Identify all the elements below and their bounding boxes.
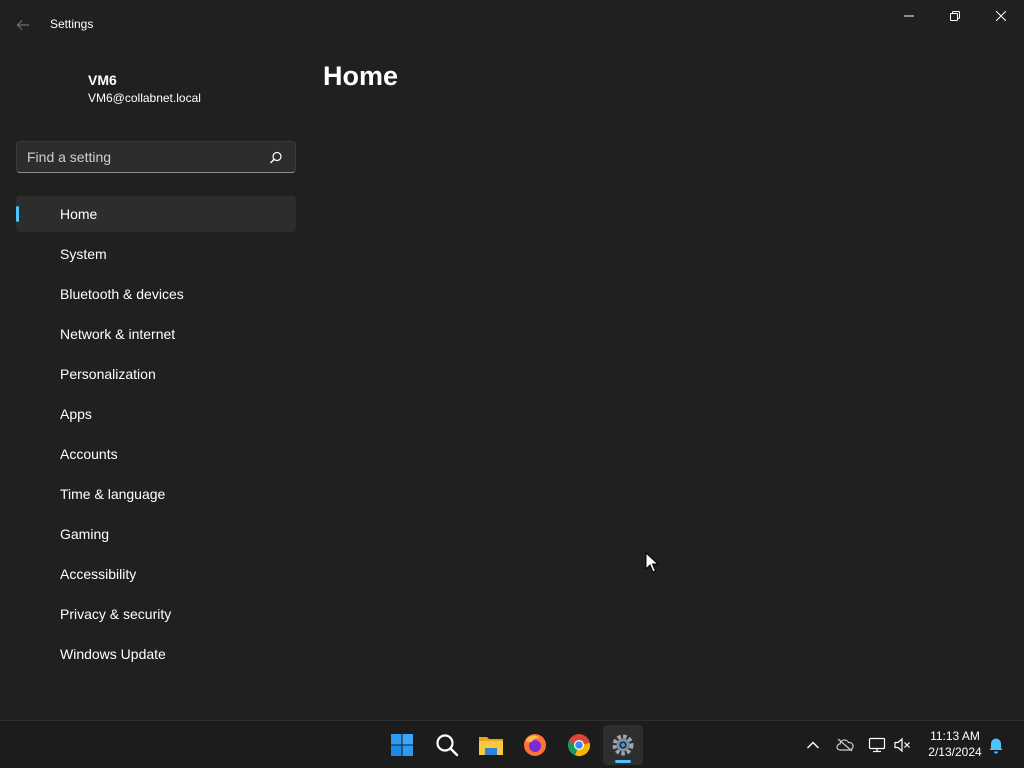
- network-button[interactable]: [865, 733, 889, 757]
- minimize-button[interactable]: [886, 0, 932, 32]
- search-icon: [436, 734, 459, 757]
- clock-date: 2/13/2024: [928, 745, 982, 759]
- settings-taskbar-button[interactable]: [603, 725, 643, 765]
- title-bar: Settings: [0, 0, 1024, 48]
- volume-button[interactable]: [890, 733, 914, 757]
- sidebar-item-label: Personalization: [60, 366, 156, 382]
- sidebar-item-label: Network & internet: [60, 326, 176, 342]
- settings-window: Settings VM6 VM6@collabnet.local Find a …: [0, 0, 1024, 720]
- chrome-icon: [568, 734, 591, 757]
- firefox-icon: [524, 734, 546, 756]
- active-indicator: [16, 206, 19, 222]
- user-profile[interactable]: VM6 VM6@collabnet.local: [88, 72, 201, 106]
- sidebar-item-privacy-security[interactable]: Privacy & security: [16, 596, 296, 632]
- firefox-button[interactable]: [515, 725, 555, 765]
- sidebar-item-label: Time & language: [60, 486, 166, 502]
- clock-time: 11:13 AM: [930, 729, 980, 743]
- page-title: Home: [323, 61, 399, 91]
- sidebar-item-home[interactable]: Home: [16, 196, 296, 232]
- mouse-cursor-icon: [645, 552, 659, 573]
- close-icon: [996, 11, 1006, 21]
- sidebar-item-label: Gaming: [60, 526, 110, 542]
- restore-icon: [950, 11, 960, 21]
- sidebar-item-bluetooth-devices[interactable]: Bluetooth & devices: [16, 276, 296, 312]
- windows-start-icon: [391, 734, 413, 756]
- volume-muted-icon: [894, 737, 910, 753]
- sidebar-item-windows-update[interactable]: Windows Update: [16, 636, 296, 672]
- sidebar-item-label: System: [60, 246, 107, 262]
- app-title: Settings: [50, 17, 94, 31]
- start-button[interactable]: [382, 725, 422, 765]
- chevron-up-icon: [807, 741, 819, 749]
- sidebar-item-label: Privacy & security: [60, 606, 172, 622]
- settings-icon: [612, 734, 634, 756]
- file-explorer-icon: [479, 737, 503, 755]
- profile-name: VM6: [88, 72, 117, 88]
- sidebar-item-personalization[interactable]: Personalization: [16, 356, 296, 392]
- running-indicator: [615, 760, 631, 763]
- sidebar-item-accounts[interactable]: Accounts: [16, 436, 296, 472]
- sidebar-item-label: Accounts: [60, 446, 118, 462]
- minimize-icon: [904, 15, 914, 17]
- profile-email: VM6@collabnet.local: [88, 91, 201, 105]
- back-button[interactable]: [10, 12, 36, 38]
- sidebar-item-label: Home: [60, 206, 98, 222]
- sidebar-item-label: Bluetooth & devices: [60, 286, 184, 302]
- sidebar-item-time-language[interactable]: Time & language: [16, 476, 296, 512]
- close-button[interactable]: [978, 0, 1024, 32]
- search-box[interactable]: [16, 141, 296, 173]
- notification-bell-icon: [989, 738, 1003, 754]
- sidebar-item-gaming[interactable]: Gaming: [16, 516, 296, 552]
- sidebar-nav: Home System Bluetooth & devices Network …: [16, 196, 296, 676]
- sidebar-item-label: Apps: [60, 406, 92, 422]
- search-input[interactable]: [27, 142, 267, 172]
- onedrive-button[interactable]: [833, 733, 857, 757]
- restore-button[interactable]: [932, 0, 978, 32]
- chrome-button[interactable]: [559, 725, 599, 765]
- taskbar-clock[interactable]: 11:13 AM 2/13/2024: [920, 728, 990, 760]
- taskbar-search-button[interactable]: [427, 725, 467, 765]
- sidebar-item-accessibility[interactable]: Accessibility: [16, 556, 296, 592]
- file-explorer-button[interactable]: [471, 725, 511, 765]
- search-icon[interactable]: [269, 151, 283, 165]
- network-icon: [868, 737, 886, 753]
- sidebar-item-system[interactable]: System: [16, 236, 296, 272]
- sidebar-item-label: Accessibility: [60, 566, 137, 582]
- sidebar-item-apps[interactable]: Apps: [16, 396, 296, 432]
- onedrive-icon: [836, 738, 854, 752]
- sidebar-item-label: Windows Update: [60, 646, 166, 662]
- sidebar-item-network-internet[interactable]: Network & internet: [16, 316, 296, 352]
- show-hidden-icons-button[interactable]: [801, 733, 825, 757]
- taskbar: [0, 720, 1024, 768]
- arrow-left-icon: [16, 20, 29, 30]
